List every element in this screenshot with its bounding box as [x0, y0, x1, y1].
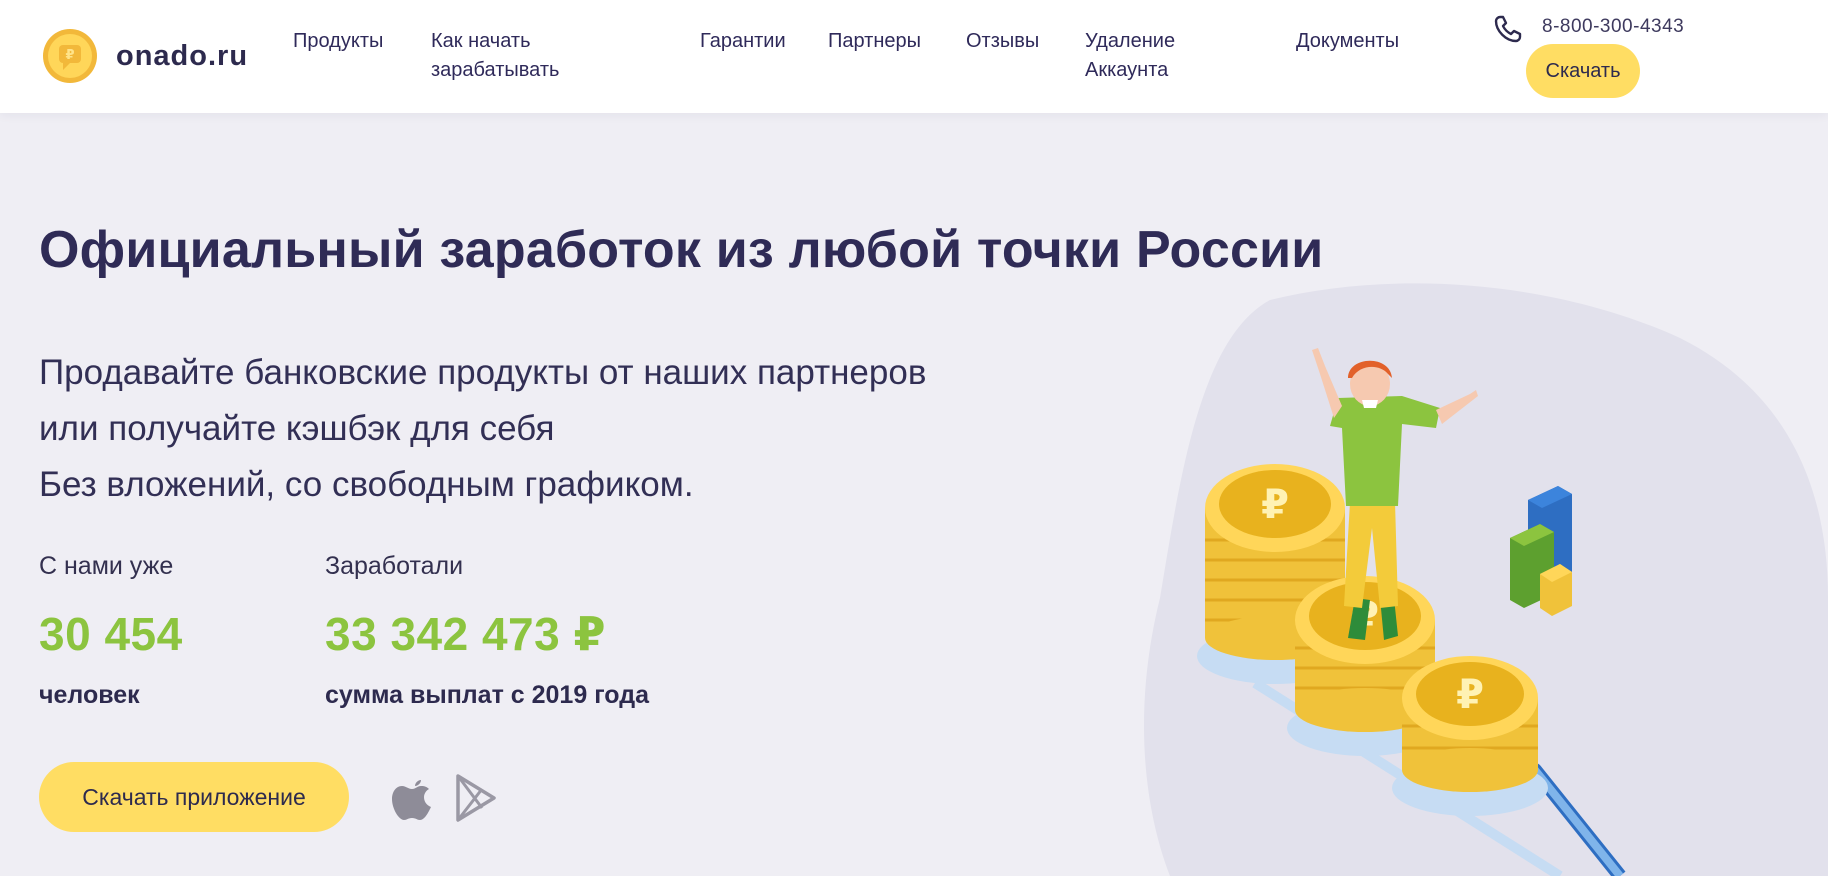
stat-caption: человек	[39, 681, 140, 709]
hero-subtitle-line: Без вложений, со свободным графиком.	[39, 465, 694, 504]
hero-subtitle: Продавайте банковские продукты от наших …	[39, 345, 926, 513]
svg-text:₽: ₽	[1456, 672, 1484, 718]
hero-illustration: ₽ ₽ ₽	[1144, 283, 1828, 876]
stat-caption: сумма выплат с 2019 года	[325, 681, 649, 709]
logo-coin-icon: ₽	[43, 29, 97, 83]
stat-value: 30 454	[39, 608, 183, 660]
svg-text:₽: ₽	[65, 48, 74, 63]
google-play-icon[interactable]	[452, 770, 500, 826]
stat-users: С нами уже 30 454 человек	[39, 552, 183, 710]
stat-earnings: Заработали 33 342 473 ₽ сумма выплат с 2…	[325, 552, 649, 710]
download-app-button[interactable]: Скачать приложение	[39, 762, 349, 832]
apple-icon[interactable]	[388, 770, 436, 826]
svg-text:₽: ₽	[1261, 482, 1289, 528]
nav-documents[interactable]: Документы	[1296, 27, 1399, 56]
phone-number[interactable]: 8-800-300-4343	[1542, 16, 1684, 38]
nav-guarantees[interactable]: Гарантии	[700, 27, 786, 56]
logo-text: onado.ru	[116, 39, 249, 72]
nav-partners[interactable]: Партнеры	[828, 27, 921, 56]
nav-reviews[interactable]: Отзывы	[966, 27, 1039, 56]
hero-subtitle-line: Продавайте банковские продукты от наших …	[39, 353, 927, 392]
stat-value: 33 342 473 ₽	[325, 608, 607, 660]
nav-how-to-start[interactable]: Как начать зарабатывать	[431, 27, 559, 85]
coin-stack-icon: ₽	[1392, 656, 1548, 816]
site-logo[interactable]: ₽ onado.ru	[42, 28, 248, 84]
download-button[interactable]: Скачать	[1526, 44, 1640, 98]
phone-block[interactable]	[1493, 14, 1523, 44]
site-header: ₽ onado.ru Продукты Как начать зарабатыв…	[0, 0, 1828, 113]
stat-label: С нами уже	[39, 552, 174, 580]
hero-title: Официальный заработок из любой точки Рос…	[39, 221, 1324, 279]
nav-products[interactable]: Продукты	[293, 27, 383, 56]
nav-account-deletion[interactable]: Удаление Аккаунта	[1085, 27, 1175, 85]
hero-subtitle-line: или получайте кэшбэк для себя	[39, 409, 555, 448]
stat-label: Заработали	[325, 552, 464, 580]
phone-icon	[1494, 15, 1522, 43]
